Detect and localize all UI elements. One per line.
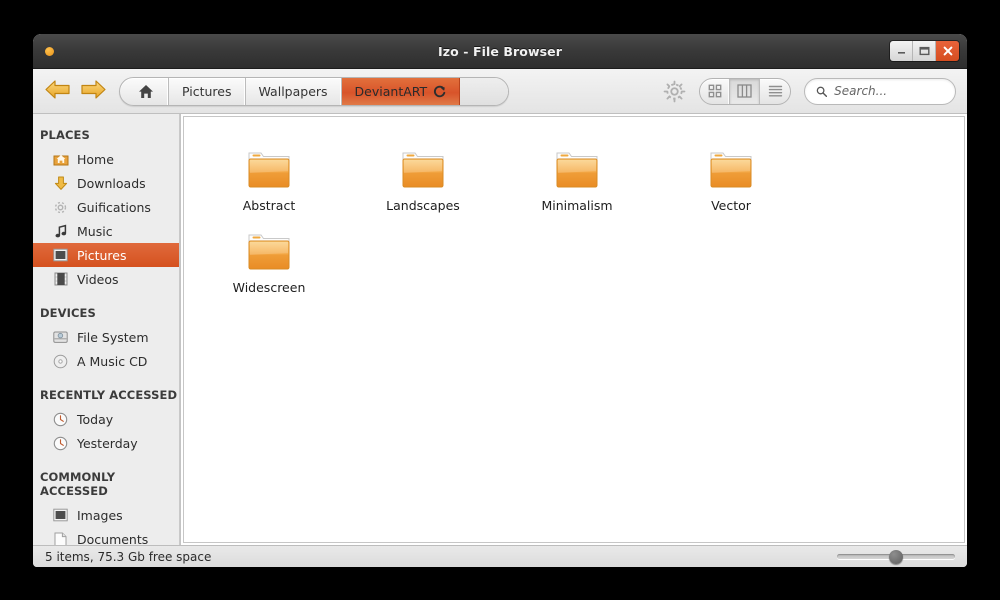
window-controls: [890, 41, 959, 61]
file-item-label: Widescreen: [233, 280, 306, 295]
search-box[interactable]: [804, 78, 956, 105]
sidebar-item-videos[interactable]: Videos: [33, 267, 179, 291]
harddisk-icon: [52, 329, 69, 346]
folder-icon: [707, 147, 755, 191]
file-item-label: Abstract: [243, 198, 295, 213]
sidebar-item-label: Today: [77, 412, 113, 427]
window-title: Izo - File Browser: [33, 44, 967, 59]
sidebar-item-label: A Music CD: [77, 354, 147, 369]
desktop-background: Izo - File Browser: [0, 0, 1000, 600]
forward-arrow-icon[interactable]: [80, 78, 107, 105]
gear-icon: [52, 199, 69, 216]
sidebar-heading-devices: DEVICES: [33, 302, 179, 325]
status-bar: 5 items, 75.3 Gb free space: [33, 545, 967, 567]
sidebar-group-devices: DEVICES File System: [33, 302, 179, 373]
sidebar-item-pictures[interactable]: Pictures: [33, 243, 179, 267]
breadcrumb-active-label: DeviantART: [355, 84, 428, 99]
file-view: Abstract Landscapes: [180, 114, 967, 545]
view-mode-list-view[interactable]: [760, 79, 790, 104]
search-input[interactable]: [834, 84, 944, 98]
home-icon: [138, 84, 154, 99]
sidebar-item-yesterday[interactable]: Yesterday: [33, 431, 179, 455]
sidebar-item-label: Documents: [77, 532, 148, 546]
sidebar-heading-places: PLACES: [33, 124, 179, 147]
file-item-folder[interactable]: Vector: [654, 139, 808, 221]
sidebar-item-music-cd[interactable]: A Music CD: [33, 349, 179, 373]
sidebar-item-label: Images: [77, 508, 123, 523]
file-item-folder[interactable]: Minimalism: [500, 139, 654, 221]
picture-icon: [52, 507, 69, 524]
view-mode-switcher: [699, 78, 791, 105]
file-item-folder[interactable]: Landscapes: [346, 139, 500, 221]
folder-icon: [245, 229, 293, 273]
toolbar-right-group: [663, 78, 956, 105]
folder-icon: [553, 147, 601, 191]
sidebar-item-documents[interactable]: Documents: [33, 527, 179, 545]
navigation-arrows: [44, 78, 107, 105]
sidebar-item-label: File System: [77, 330, 149, 345]
film-icon: [52, 271, 69, 288]
sidebar: PLACES Home: [33, 114, 180, 545]
zoom-slider-handle[interactable]: [889, 550, 903, 564]
disc-icon: [52, 353, 69, 370]
sidebar-item-label: Downloads: [77, 176, 146, 191]
clock-icon: [52, 411, 69, 428]
picture-icon: [52, 247, 69, 264]
sidebar-item-label: Yesterday: [77, 436, 138, 451]
sidebar-group-recently-accessed: RECENTLY ACCESSED Today: [33, 384, 179, 455]
sidebar-item-label: Home: [77, 152, 114, 167]
window-menu-dot[interactable]: [45, 47, 54, 56]
file-item-folder[interactable]: Abstract: [192, 139, 346, 221]
sidebar-item-label: Pictures: [77, 248, 127, 263]
sidebar-item-guifications[interactable]: Guifications: [33, 195, 179, 219]
clock-icon: [52, 435, 69, 452]
sidebar-item-images[interactable]: Images: [33, 503, 179, 527]
maximize-button[interactable]: [913, 41, 936, 61]
toolbar: Pictures Wallpapers DeviantART: [33, 69, 967, 114]
view-mode-column-view[interactable]: [730, 79, 760, 104]
sidebar-item-today[interactable]: Today: [33, 407, 179, 431]
settings-gear-icon[interactable]: [663, 80, 686, 103]
sidebar-group-places: PLACES Home: [33, 124, 179, 291]
sidebar-group-commonly-accessed: COMMONLY ACCESSED Images: [33, 466, 179, 545]
file-item-folder[interactable]: Widescreen: [192, 221, 346, 303]
sidebar-item-downloads[interactable]: Downloads: [33, 171, 179, 195]
breadcrumb-item-wallpapers[interactable]: Wallpapers: [246, 78, 342, 105]
sidebar-item-label: Guifications: [77, 200, 151, 215]
download-arrow-icon: [52, 175, 69, 192]
back-arrow-icon[interactable]: [44, 78, 71, 105]
home-folder-icon: [52, 151, 69, 168]
sidebar-item-file-system[interactable]: File System: [33, 325, 179, 349]
breadcrumb-item-deviantart[interactable]: DeviantART: [342, 78, 461, 105]
close-button[interactable]: [936, 41, 959, 61]
file-item-label: Minimalism: [541, 198, 612, 213]
view-mode-icon-view[interactable]: [700, 79, 730, 104]
music-note-icon: [52, 223, 69, 240]
refresh-icon: [433, 85, 446, 98]
search-icon: [816, 85, 827, 98]
sidebar-item-label: Music: [77, 224, 113, 239]
file-view-inner: Abstract Landscapes: [183, 116, 965, 543]
breadcrumb-item-pictures[interactable]: Pictures: [169, 78, 246, 105]
document-icon: [52, 531, 69, 546]
zoom-slider[interactable]: [837, 549, 955, 565]
file-item-label: Vector: [711, 198, 751, 213]
sidebar-heading-commonly-accessed: COMMONLY ACCESSED: [33, 466, 179, 503]
file-item-label: Landscapes: [386, 198, 460, 213]
folder-icon: [245, 147, 293, 191]
window-body: PLACES Home: [33, 114, 967, 545]
file-grid: Abstract Landscapes: [184, 133, 964, 309]
minimize-button[interactable]: [890, 41, 913, 61]
breadcrumb-empty-area: [460, 78, 508, 105]
folder-icon: [399, 147, 447, 191]
file-browser-window: Izo - File Browser: [33, 34, 967, 567]
status-text: 5 items, 75.3 Gb free space: [45, 550, 211, 564]
sidebar-item-label: Videos: [77, 272, 119, 287]
sidebar-item-home[interactable]: Home: [33, 147, 179, 171]
sidebar-item-music[interactable]: Music: [33, 219, 179, 243]
breadcrumb: Pictures Wallpapers DeviantART: [119, 77, 509, 106]
sidebar-heading-recently-accessed: RECENTLY ACCESSED: [33, 384, 179, 407]
title-bar: Izo - File Browser: [33, 34, 967, 69]
breadcrumb-home[interactable]: [120, 78, 169, 105]
